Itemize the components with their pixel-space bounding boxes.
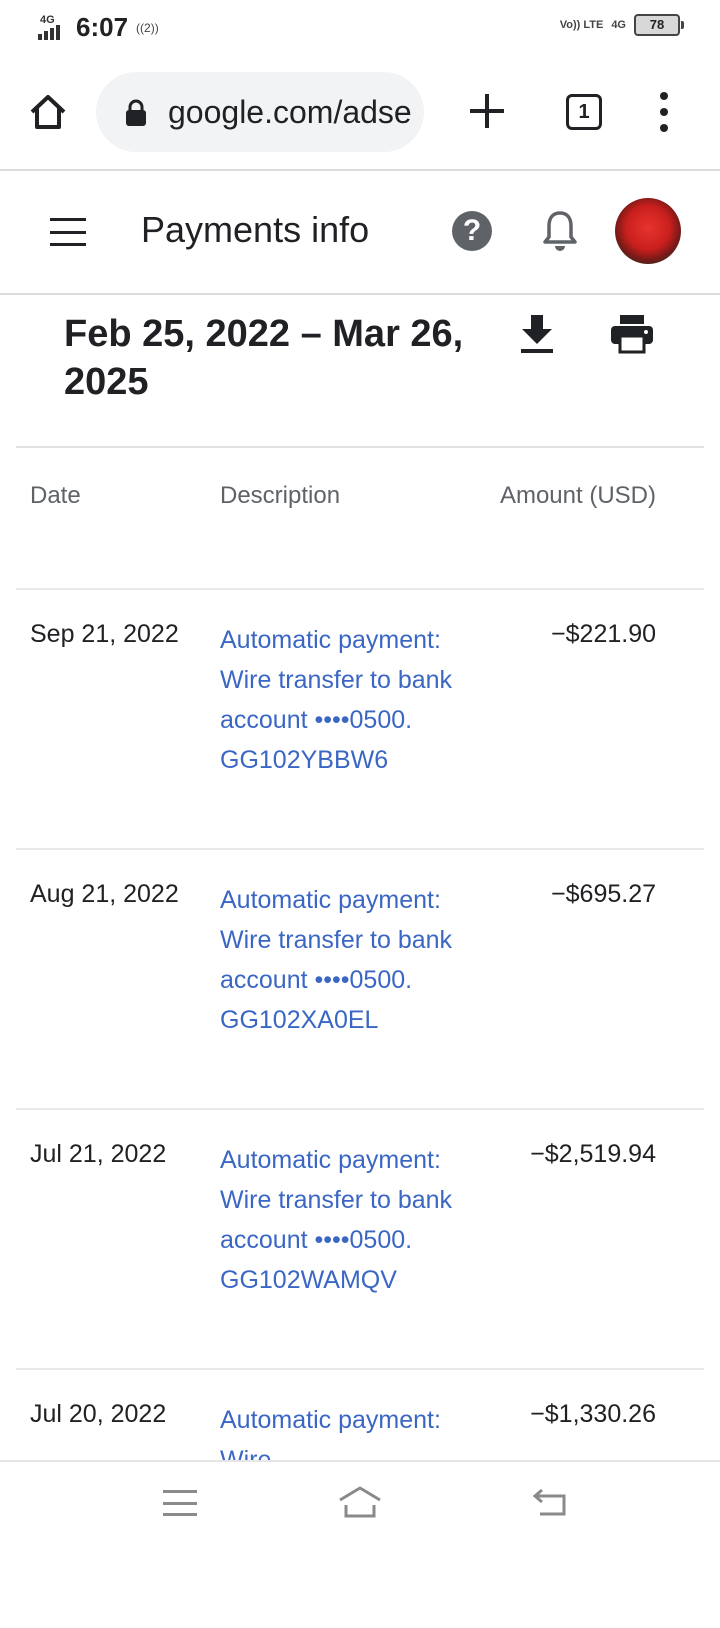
volte-indicator: Vo)) LTE — [559, 19, 604, 31]
browser-toolbar: google.com/adse 1 — [0, 56, 720, 171]
recents-icon[interactable] — [163, 1490, 197, 1516]
battery-indicator: 78 — [634, 14, 684, 36]
hotspot-icon: ((2)) — [136, 20, 159, 35]
table-row: Sep 21, 2022 Automatic payment: Wire tra… — [16, 590, 704, 850]
clock: 6:07 — [76, 12, 129, 42]
row-date: Sep 21, 2022 — [30, 620, 179, 648]
row-amount: −$221.90 — [551, 620, 656, 648]
data-network-indicator: 4G — [611, 19, 626, 31]
print-button[interactable] — [610, 314, 654, 354]
page-title: Payments info — [141, 209, 370, 250]
avatar[interactable] — [615, 198, 681, 264]
plus-icon — [470, 94, 504, 128]
home-icon — [339, 1486, 381, 1518]
row-description-link[interactable]: Automatic payment: Wire transfer to bank… — [220, 620, 460, 780]
column-header-date: Date — [30, 482, 81, 509]
new-tab-button[interactable] — [466, 90, 508, 132]
system-nav-bar — [0, 1460, 720, 1546]
row-date: Jul 20, 2022 — [30, 1400, 167, 1428]
bell-icon[interactable] — [540, 209, 580, 253]
print-icon — [611, 315, 653, 354]
table-row: Jul 21, 2022 Automatic payment: Wire tra… — [16, 1110, 704, 1370]
home-button[interactable] — [28, 92, 68, 132]
date-range: Feb 25, 2022 – Mar 26, 2025 — [64, 313, 464, 403]
row-date: Jul 21, 2022 — [30, 1140, 167, 1168]
row-description-link[interactable]: Automatic payment: Wire transfer to bank… — [220, 880, 460, 1040]
row-amount: −$2,519.94 — [530, 1140, 656, 1168]
signal-icon: 4G — [38, 14, 70, 42]
column-header-description: Description — [220, 482, 341, 509]
home-icon — [30, 95, 66, 129]
back-icon[interactable] — [530, 1486, 568, 1518]
download-icon — [521, 315, 553, 353]
row-amount: −$1,330.26 — [530, 1400, 656, 1428]
table-header: Date Description Amount (USD) — [16, 448, 704, 590]
url-text: google.com/adse — [168, 94, 412, 130]
row-date: Aug 21, 2022 — [30, 880, 179, 908]
tabs-button[interactable]: 1 — [566, 94, 602, 130]
row-description-link[interactable]: Automatic payment: Wire transfer to bank… — [220, 1140, 460, 1300]
address-bar[interactable]: google.com/adse — [96, 72, 424, 152]
column-header-amount: Amount (USD) — [499, 482, 656, 509]
status-bar: 4G 6:07 ((2)) Vo)) LTE 4G 78 — [0, 0, 720, 56]
row-amount: −$695.27 — [551, 880, 656, 908]
download-button[interactable] — [518, 313, 556, 355]
menu-icon[interactable] — [50, 218, 86, 246]
lock-icon — [126, 99, 146, 126]
table-row: Aug 21, 2022 Automatic payment: Wire tra… — [16, 850, 704, 1110]
payments-table: Date Description Amount (USD) Sep 21, 20… — [16, 448, 704, 1628]
app-header: Payments info ? — [0, 171, 720, 295]
help-icon[interactable]: ? — [452, 211, 492, 251]
nav-home-button[interactable] — [336, 1484, 384, 1520]
more-vert-icon[interactable] — [652, 92, 676, 132]
